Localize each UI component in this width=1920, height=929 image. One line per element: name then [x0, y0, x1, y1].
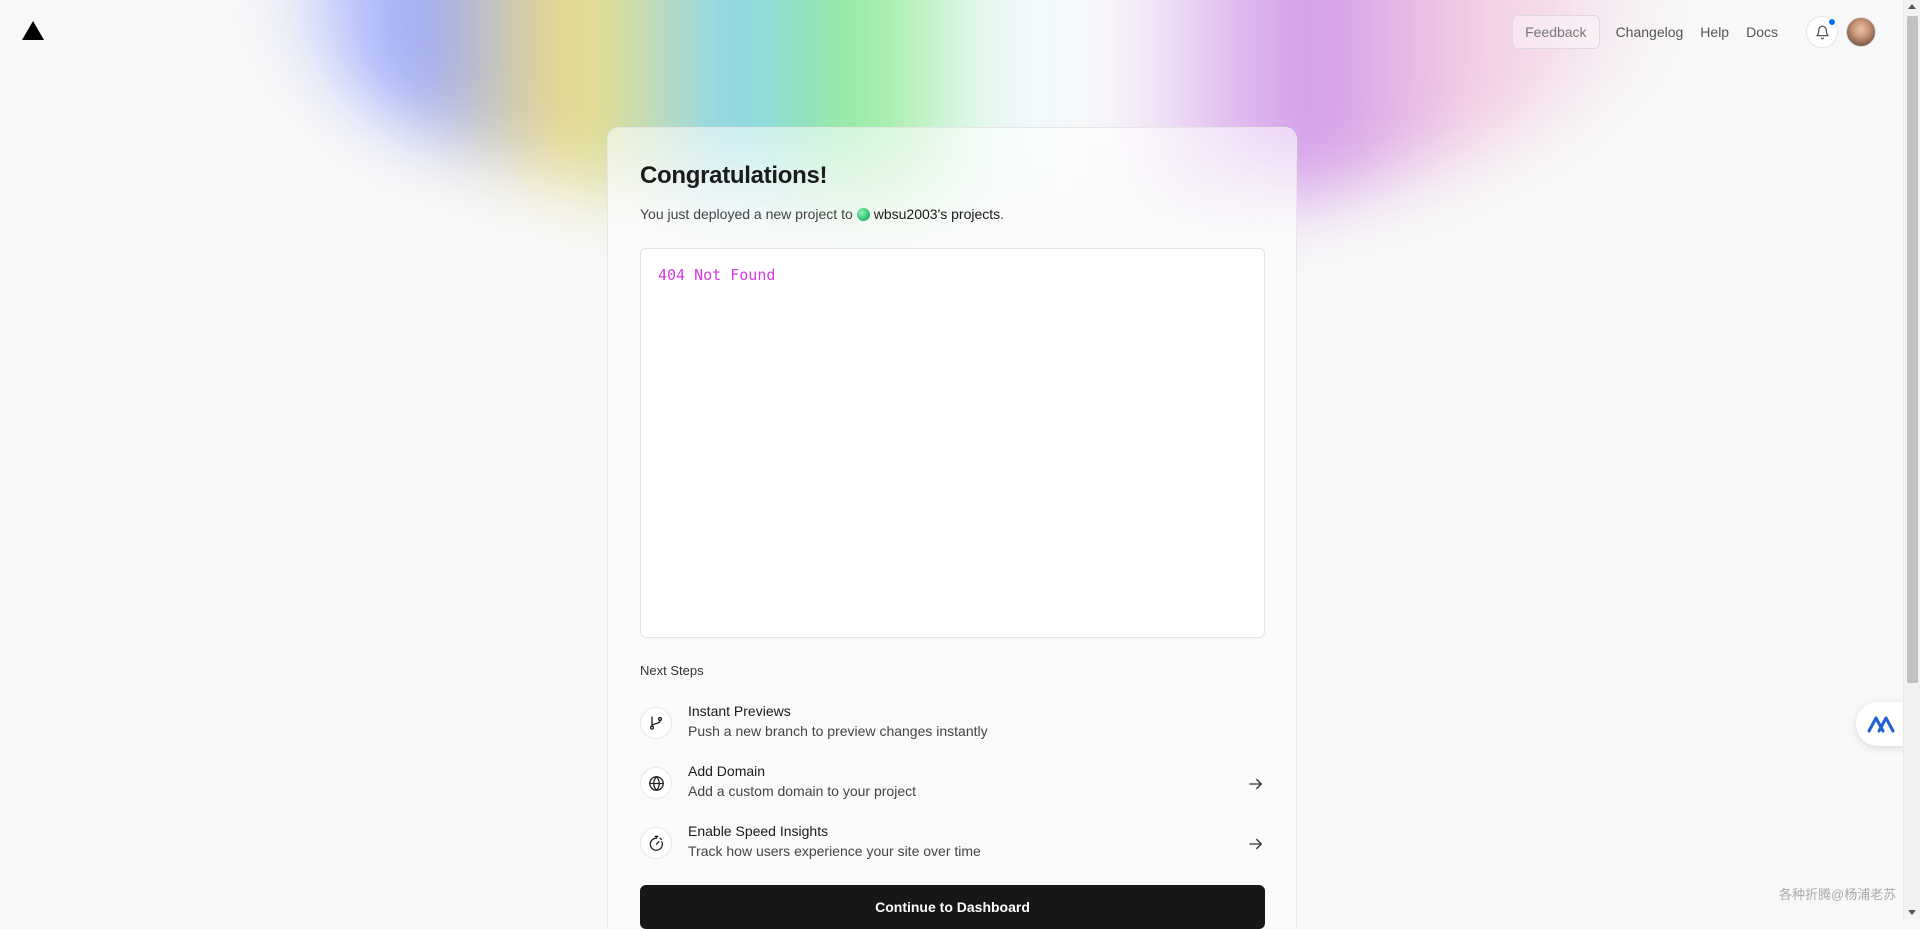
deployment-subtitle: You just deployed a new project to wbsu2…	[640, 206, 1004, 222]
step-title: Add Domain	[688, 763, 766, 779]
step-title: Instant Previews	[688, 703, 791, 719]
page-title: Congratulations!	[640, 162, 828, 189]
top-navbar: Feedback Changelog Help Docs	[0, 0, 1900, 64]
step-instant-previews[interactable]: Instant Previews Push a new branch to pr…	[640, 703, 1265, 747]
nav-link-help[interactable]: Help	[1700, 24, 1729, 40]
arrow-right-icon	[1249, 838, 1262, 850]
deployment-preview[interactable]: 404 Not Found	[640, 248, 1265, 638]
floating-assistant-button[interactable]	[1856, 702, 1906, 746]
scroll-up-icon[interactable]	[1908, 4, 1916, 9]
continue-to-dashboard-button[interactable]: Continue to Dashboard	[640, 885, 1265, 929]
notification-dot	[1828, 18, 1836, 26]
step-add-domain[interactable]: Add Domain Add a custom domain to your p…	[640, 763, 1265, 807]
step-enable-speed-insights[interactable]: Enable Speed Insights Track how users ex…	[640, 823, 1265, 867]
vertical-scrollbar[interactable]	[1903, 0, 1920, 919]
nav-right-group: Feedback Changelog Help Docs	[1512, 15, 1876, 49]
assistant-logo-icon	[1867, 716, 1895, 733]
step-description: Track how users experience your site ove…	[688, 843, 981, 859]
step-description: Add a custom domain to your project	[688, 783, 917, 799]
scroll-down-icon[interactable]	[1908, 910, 1916, 915]
nav-link-docs[interactable]: Docs	[1746, 24, 1778, 40]
nav-link-changelog[interactable]: Changelog	[1616, 24, 1684, 40]
scrollbar-thumb[interactable]	[1907, 16, 1918, 683]
team-name: wbsu2003's projects	[873, 206, 1001, 222]
arrow-right-icon	[1249, 778, 1262, 790]
preview-text: 404 Not Found	[658, 266, 776, 284]
speed-insights-icon	[640, 827, 672, 859]
feedback-button[interactable]: Feedback	[1512, 15, 1600, 49]
subtitle-prefix: You just deployed a new project to	[640, 206, 853, 222]
step-description: Push a new branch to preview changes ins…	[688, 723, 988, 739]
team-avatar-icon	[856, 207, 870, 221]
deployment-card: Congratulations! You just deployed a new…	[607, 127, 1297, 929]
notifications-button[interactable]	[1806, 16, 1838, 48]
user-avatar[interactable]	[1846, 17, 1876, 47]
step-title: Enable Speed Insights	[688, 823, 829, 839]
subtitle-suffix: .	[1000, 206, 1005, 222]
globe-icon	[640, 767, 672, 799]
git-branch-icon	[640, 707, 672, 739]
watermark-text: 各种折腾@杨浦老苏	[1779, 887, 1897, 902]
bell-icon	[1815, 25, 1829, 39]
vercel-logo-icon[interactable]	[22, 21, 44, 40]
next-steps-heading: Next Steps	[640, 663, 704, 678]
